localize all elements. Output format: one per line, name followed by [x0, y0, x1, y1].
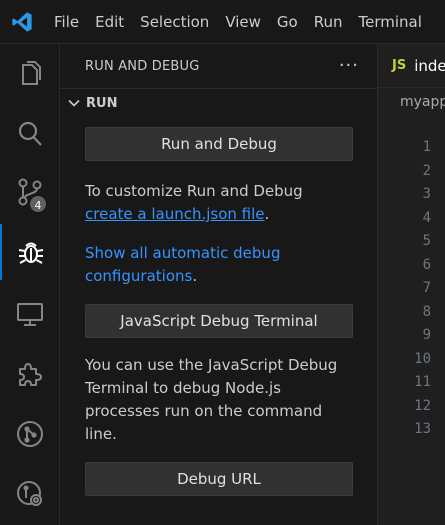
line-number: 13 — [414, 421, 431, 437]
sidebar-title: RUN AND DEBUG — [85, 58, 200, 74]
git-icon[interactable] — [0, 406, 59, 462]
line-number: 4 — [422, 209, 431, 226]
line-number: 1 — [422, 139, 431, 155]
tab-filename: index.js — [414, 56, 445, 75]
menu-run[interactable]: Run — [306, 0, 351, 44]
show-automatic-configurations-link[interactable]: Show all automatic debug configurations — [85, 244, 280, 285]
run-section-label: RUN — [86, 95, 118, 111]
create-launch-json-link[interactable]: create a launch.json file — [85, 205, 265, 223]
run-section-body: Run and Debug To customize Run and Debug… — [60, 117, 377, 496]
menu-bar: File Edit Selection View Go Run Terminal — [0, 0, 445, 44]
line-number: 6 — [422, 256, 431, 273]
extensions-icon[interactable] — [0, 346, 59, 402]
line-number-gutter: 1 2 3 4 5 6 7 8 9 10 11 12 13 — [414, 136, 431, 442]
vscode-logo-icon[interactable] — [0, 0, 44, 44]
line-number: 5 — [422, 233, 431, 249]
editor-area: JS index.js myapp 1 2 3 4 5 6 7 8 9 10 1… — [378, 44, 445, 525]
editor-tab[interactable]: JS index.js — [378, 44, 445, 88]
menu-view[interactable]: View — [217, 0, 269, 44]
source-control-icon[interactable]: 4 — [0, 164, 59, 220]
menu-terminal[interactable]: Terminal — [351, 0, 430, 44]
search-icon[interactable] — [0, 106, 59, 162]
explorer-icon[interactable] — [0, 46, 59, 102]
javascript-debug-terminal-button[interactable]: JavaScript Debug Terminal — [85, 304, 353, 338]
breadcrumb[interactable]: myapp — [378, 88, 445, 116]
line-number: 2 — [422, 162, 431, 179]
debug-url-button[interactable]: Debug URL — [85, 462, 353, 496]
git-settings-icon[interactable] — [0, 466, 59, 522]
more-actions-icon[interactable]: ··· — [339, 57, 359, 75]
run-debug-sidebar: RUN AND DEBUG ··· RUN Run and Debug To c… — [60, 44, 378, 525]
sidebar-header: RUN AND DEBUG ··· — [60, 44, 377, 88]
javascript-file-icon: JS — [392, 58, 407, 73]
menu-go[interactable]: Go — [269, 0, 306, 44]
line-number: 12 — [414, 397, 431, 414]
line-number: 7 — [422, 280, 431, 296]
show-configurations-suffix: . — [192, 267, 198, 285]
line-number: 10 — [414, 350, 431, 367]
remote-explorer-icon[interactable] — [0, 286, 59, 342]
run-debug-icon[interactable] — [0, 224, 59, 280]
menu-selection[interactable]: Selection — [132, 0, 217, 44]
run-and-debug-button[interactable]: Run and Debug — [85, 127, 353, 161]
line-number: 9 — [422, 327, 431, 343]
activity-bar: 4 — [0, 44, 60, 525]
customize-suffix: . — [264, 205, 270, 223]
line-number: 8 — [422, 303, 431, 320]
customize-text: To customize Run and Debug create a laun… — [85, 180, 352, 226]
source-control-badge: 4 — [28, 194, 48, 214]
terminal-description: You can use the JavaScript Debug Termina… — [85, 356, 338, 443]
line-number: 3 — [422, 186, 431, 202]
show-configurations-text: Show all automatic debug configurations. — [85, 242, 352, 288]
menu-edit[interactable]: Edit — [87, 0, 132, 44]
chevron-down-icon — [68, 99, 80, 107]
run-section-header[interactable]: RUN — [60, 88, 377, 117]
line-number: 11 — [414, 374, 431, 390]
menu-file[interactable]: File — [44, 0, 87, 44]
customize-prefix: To customize Run and Debug — [85, 182, 303, 200]
